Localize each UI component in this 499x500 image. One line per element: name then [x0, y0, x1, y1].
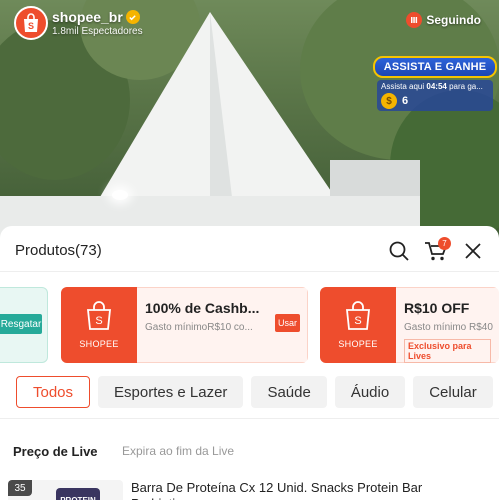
close-icon[interactable]	[460, 238, 486, 264]
sheet-title: Produtos(73)	[15, 242, 102, 259]
voucher-cashback[interactable]: S SHOPEE 100% de Cashb... Gasto mínimoR$…	[61, 287, 308, 363]
channel-name: shopee_br	[52, 9, 123, 25]
watch-earn-prefix: Assista aqui	[381, 82, 425, 91]
tab-saude[interactable]: Saúde	[251, 376, 327, 408]
voucher-subtitle: Gasto mínimo R$40	[404, 322, 493, 333]
tab-todos[interactable]: Todos	[16, 376, 91, 408]
shopee-bag-icon: S	[87, 301, 111, 330]
cart-icon[interactable]: 7	[423, 237, 451, 264]
watch-earn-suffix: para ga...	[449, 82, 483, 91]
watch-earn-timer: 04:54	[426, 82, 447, 91]
coin-icon: $	[381, 93, 397, 109]
section-subtitle: Expira ao fim da Live	[122, 444, 235, 458]
live-header[interactable]: S shopee_br 1.8mil Espectadores	[14, 6, 143, 40]
tab-esportes-e-lazer[interactable]: Esportes e Lazer	[98, 376, 244, 408]
shopee-bag-icon: S	[346, 301, 370, 330]
following-icon	[406, 12, 423, 28]
tab-audio[interactable]: Áudio	[334, 376, 406, 408]
watch-and-earn-widget[interactable]: ASSISTA E GANHE Assista aqui 04:54 para …	[373, 56, 497, 122]
rank-badge: 35	[8, 480, 32, 496]
product-sheet: Produtos(73) 7 Resgatar S SHOPEE 100% de…	[0, 226, 499, 500]
product-image[interactable]: 35 PROTEIN	[8, 480, 123, 500]
product-name[interactable]: Barra De Proteína Cx 12 Unid. Snacks Pro…	[131, 480, 471, 500]
coin-count: 6	[402, 95, 409, 107]
voucher-title: R$10 OFF	[404, 300, 470, 316]
svg-text:S: S	[28, 21, 34, 31]
svg-text:S: S	[354, 315, 361, 327]
viewer-count: 1.8mil Espectadores	[52, 26, 143, 37]
redeem-button[interactable]: Resgatar	[0, 314, 42, 334]
tab-celular[interactable]: Celular	[413, 376, 493, 408]
shopee-bag-icon: S	[14, 6, 48, 40]
lamp-light	[112, 190, 128, 200]
following-button[interactable]: Seguindo	[406, 12, 481, 28]
product-pack-label: PROTEIN	[56, 488, 100, 500]
cart-badge: 7	[438, 237, 451, 250]
voucher-tag: Exclusivo para Lives	[404, 339, 491, 363]
following-label: Seguindo	[426, 13, 481, 27]
sheet-header: Produtos(73) 7	[0, 226, 499, 272]
search-icon[interactable]	[386, 238, 412, 264]
use-voucher-button[interactable]: Usar	[275, 314, 300, 332]
watch-earn-title: ASSISTA E GANHE	[373, 56, 497, 78]
verified-icon	[125, 10, 140, 24]
voucher-discount[interactable]: S SHOPEE R$10 OFF Gasto mínimo R$40 Excl…	[320, 287, 499, 363]
category-tabs: Todos Esportes e Lazer Saúde Áudio Celul…	[16, 376, 493, 408]
voucher-brand: SHOPEE	[338, 339, 378, 349]
section-title: Preço de Live	[13, 444, 98, 459]
svg-text:S: S	[95, 315, 102, 327]
voucher-brand: SHOPEE	[79, 339, 119, 349]
